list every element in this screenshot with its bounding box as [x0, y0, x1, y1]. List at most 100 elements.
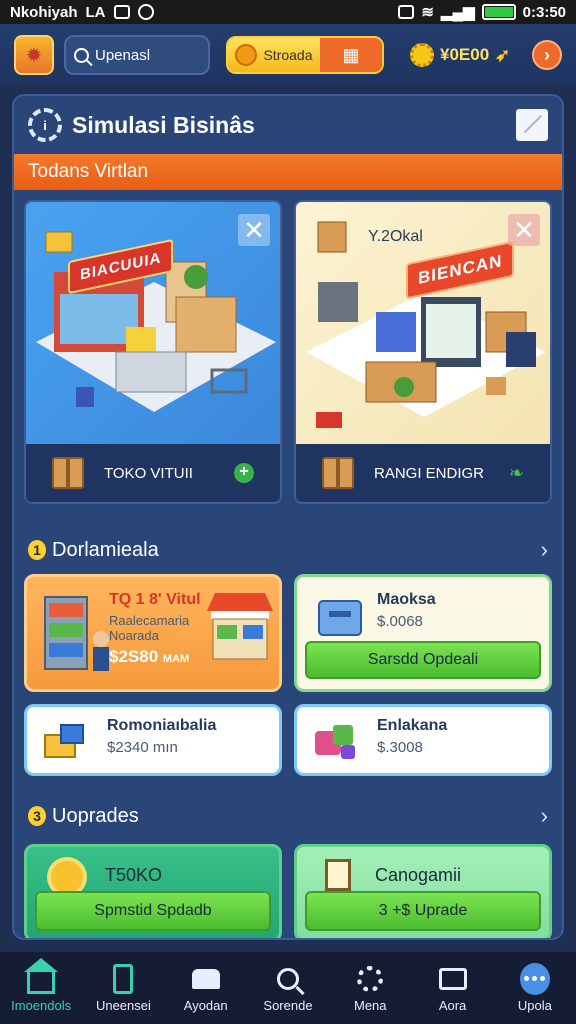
upgrade-title: Canogamii: [375, 865, 462, 885]
more-icon: [519, 962, 550, 995]
cart-icon: [191, 968, 220, 989]
item-text: TQ 1 8' Vitul Raalecamaria Noarada $2S80…: [109, 591, 201, 667]
carrier-name: Nkohiyah: [10, 3, 78, 21]
clock: 0:3:50: [522, 3, 566, 21]
item-price: $.0068: [377, 613, 423, 630]
search-icon: [276, 967, 299, 990]
nav-item-home[interactable]: Imoendols: [0, 952, 82, 1024]
panel-header: i Simulasi Bisinâs: [14, 96, 562, 154]
inventory-item[interactable]: Enlakana $.3008: [294, 704, 552, 776]
battery-icon: [481, 4, 516, 20]
search-input[interactable]: Upenasl: [64, 35, 210, 75]
item-text: Enlakana $.3008: [377, 717, 447, 756]
add-icon[interactable]: +: [234, 463, 254, 483]
item-price: $.3008: [377, 739, 423, 756]
home-icon: [24, 957, 59, 994]
app-logo-icon[interactable]: ✹: [14, 35, 54, 75]
upgrades-count-badge: 3: [28, 806, 46, 826]
sun-icon: [51, 861, 83, 893]
item-text: Romoniaıbalia $2340 mın: [107, 717, 216, 756]
box-icon: [322, 457, 354, 489]
qr-icon[interactable]: ▦: [320, 38, 382, 72]
money-gear-icon: [410, 43, 434, 67]
item-desc: Raalecamaria: [109, 613, 190, 628]
search-icon: [74, 47, 89, 63]
business-card-toko[interactable]: BIACUUIA ✕ TOKO VITUII +: [24, 200, 282, 504]
item-price: $2S80: [109, 647, 159, 666]
item-action-button[interactable]: Sarsdd Opdeali: [305, 641, 541, 679]
money-value: ¥0E00: [440, 45, 490, 64]
section-banner: Todans Virtlan: [14, 154, 562, 190]
inventory-item[interactable]: TQ 1 8' Vitul Raalecamaria Noarada $2S80…: [24, 574, 282, 692]
item-extra: MAM: [162, 653, 190, 665]
business-card-rangi[interactable]: Y.2Okal BIENCAN ✕ RANGI ENDIGR ❧: [294, 200, 552, 504]
upgrade-button[interactable]: Spmstid Spdadb: [35, 891, 271, 931]
business-cards: BIACUUIA ✕ TOKO VITUII + Y.2Okal BIENCAN…: [14, 190, 562, 504]
item-name: Enlakana: [377, 717, 448, 734]
search-placeholder: Upenasl: [95, 46, 151, 64]
status-bar: Nkohiyah LA ≋ ▂▄▆ 0:3:50: [0, 0, 576, 24]
phone-icon: [113, 963, 134, 994]
inventory-count-badge: 1: [28, 540, 46, 560]
top-bar: ✹ Upenasl Stroada ▦ ¥0E00 ➶ ›: [0, 24, 576, 86]
chevron-right-icon[interactable]: ›: [541, 803, 548, 829]
box-icon: [52, 457, 84, 489]
chat-icon: [438, 967, 467, 990]
upgrade-title: T50KO: [105, 865, 163, 885]
business-label: TOKO VITUII: [104, 464, 193, 482]
nav-item-cart[interactable]: Ayodan: [165, 952, 247, 1024]
edit-icon[interactable]: [516, 109, 548, 141]
panel-title: Simulasi Bisinâs: [72, 111, 255, 138]
inventory-item[interactable]: Romoniaıbalia $2340 mın: [24, 704, 282, 776]
upgrade-card[interactable]: Canogamii 3 +$ Uprade: [294, 844, 552, 938]
money-display: ¥0E00 ➶: [410, 43, 510, 67]
wing-icon: ➶: [495, 44, 511, 65]
business-card-footer: TOKO VITUII +: [26, 444, 280, 502]
business-card-footer: RANGI ENDIGR ❧: [296, 444, 550, 502]
currency-pill[interactable]: Stroada ▦: [226, 36, 384, 74]
bottom-nav: Imoendols Uneensei Ayodan Sorende Mena A…: [0, 952, 576, 1024]
upgrades-section-header[interactable]: 3 Uoprades ›: [14, 796, 562, 836]
close-card-rangi-button[interactable]: ✕: [508, 214, 540, 246]
item-name: Romoniaıbalia: [107, 717, 217, 734]
close-card-toko-button[interactable]: ✕: [238, 214, 270, 246]
leaf-icon[interactable]: ❧: [509, 463, 524, 484]
coin-icon: [235, 44, 258, 66]
wifi-icon: ≋: [421, 4, 434, 21]
rangi-badge: Y.2Okal: [368, 228, 423, 245]
item-name: Maoksa: [377, 591, 436, 608]
inventory-item[interactable]: Maoksa $.0068 Sarsdd Opdeali: [294, 574, 552, 692]
nav-label: Sorende: [263, 997, 313, 1013]
chevron-right-icon[interactable]: ›: [541, 537, 548, 563]
crate-icon: [44, 724, 84, 758]
vibrate-icon: [398, 5, 415, 19]
upgrades-title: Uoprades: [52, 804, 139, 827]
product-icon: [315, 725, 355, 759]
nav-label: Mena: [354, 997, 387, 1013]
inventory-section-header[interactable]: 1 Dorlamieala ›: [14, 530, 562, 570]
nav-label: Uneensei: [95, 997, 151, 1013]
business-label: RANGI ENDIGR: [374, 464, 485, 482]
nav-item-phone[interactable]: Uneensei: [82, 952, 164, 1024]
gear-icon: [357, 965, 384, 992]
item-name: TQ 1 8' Vitul: [109, 591, 201, 608]
nav-item-chat[interactable]: Aora: [411, 952, 493, 1024]
signal-icon: ▂▄▆: [440, 4, 475, 21]
carrier-tag: LA: [85, 3, 106, 21]
nav-item-more[interactable]: Upola: [494, 952, 576, 1024]
nav-item-menu[interactable]: Mena: [329, 952, 411, 1024]
nav-item-search[interactable]: Sorende: [247, 952, 329, 1024]
coin-label: Stroada: [263, 47, 313, 63]
main-panel: i Simulasi Bisinâs Todans Virtlan BIACUU…: [12, 94, 564, 940]
upgrade-card[interactable]: T50KO Spmstid Spdadb: [24, 844, 282, 938]
item-desc: Noarada: [109, 628, 159, 643]
sync-icon: [137, 4, 154, 20]
item-text: Maoksa $.0068: [377, 591, 436, 630]
settings-gear-icon: i: [28, 108, 62, 142]
next-button[interactable]: ›: [532, 40, 562, 70]
inventory-grid: TQ 1 8' Vitul Raalecamaria Noarada $2S80…: [14, 574, 562, 776]
inventory-title: Dorlamieala: [52, 538, 159, 561]
upgrade-button[interactable]: 3 +$ Uprade: [305, 891, 541, 931]
stall-illustration: [207, 593, 273, 660]
nav-label: Imoendols: [11, 997, 72, 1013]
